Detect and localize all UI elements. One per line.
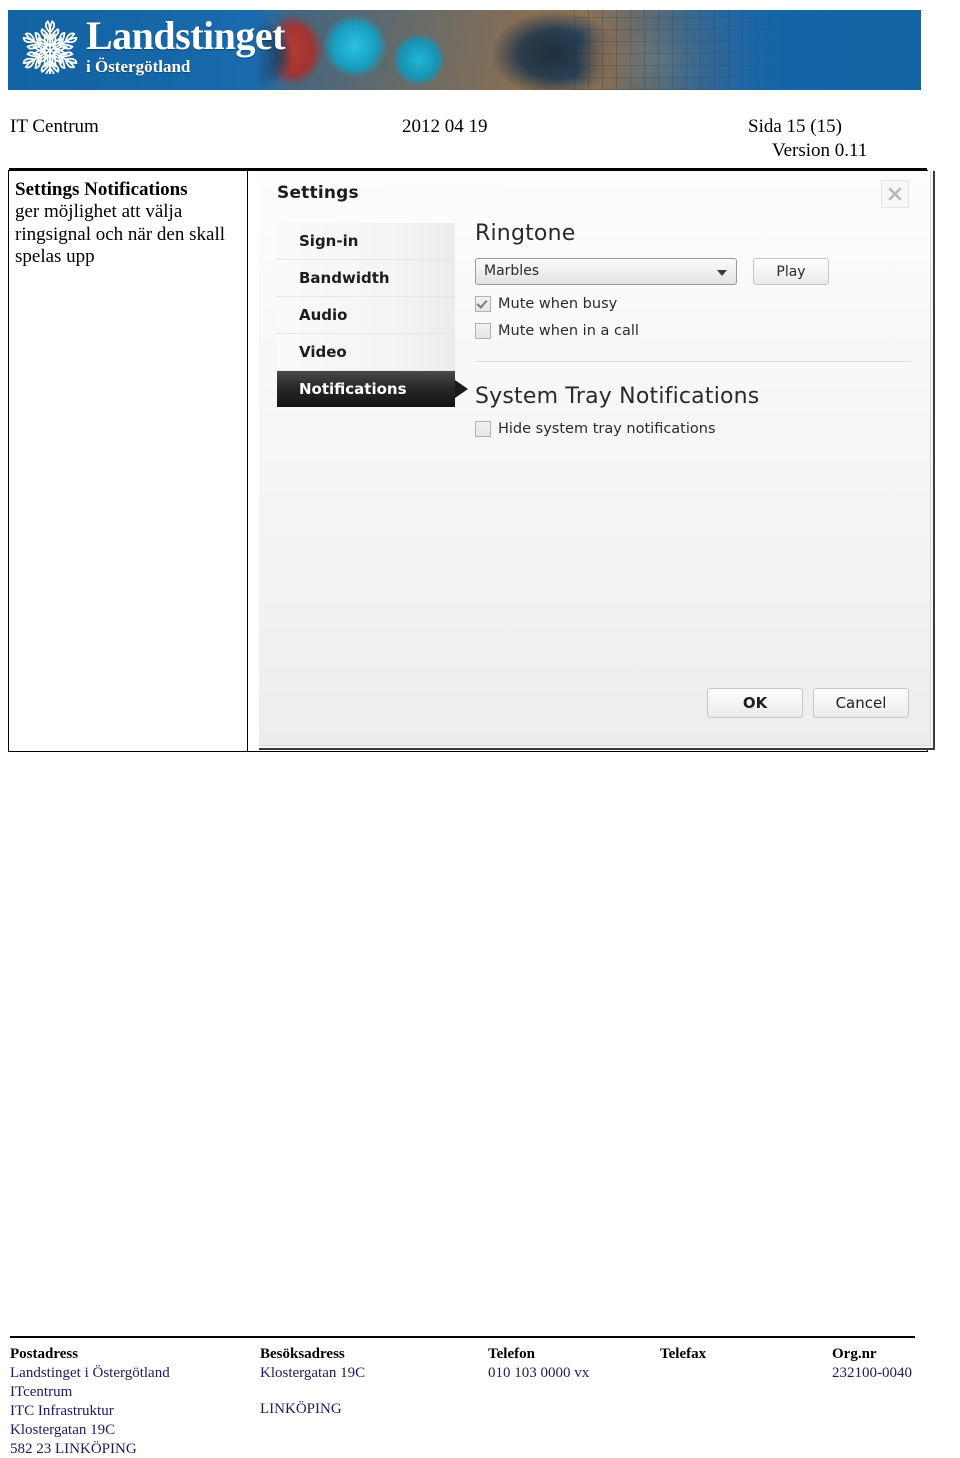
hide-system-tray-row[interactable]: Hide system tray notifications	[475, 421, 911, 437]
sidebar-item-label: Notifications	[299, 380, 407, 398]
footer-line: 010 103 0000 vx	[488, 1365, 590, 1381]
footer-column-postadress: Postadress Landstinget i Östergötland IT…	[10, 1346, 170, 1458]
cancel-button[interactable]: Cancel	[813, 688, 909, 718]
settings-panel: Ringtone Marbles Play Mute when busy Mut…	[475, 221, 911, 437]
footer-column-heading: Telefax	[660, 1346, 707, 1362]
footer-column-heading: Org.nr	[832, 1346, 877, 1362]
panel-divider	[475, 361, 911, 362]
settings-dialog: Settings Sign-in Bandwidth Audio Video N…	[259, 171, 935, 750]
document-header: IT Centrum 2012 04 19 Sida 15 (15) Versi…	[10, 116, 910, 161]
hide-system-tray-checkbox[interactable]	[475, 421, 491, 437]
organization-logo: Landstinget i Östergötland	[22, 13, 286, 76]
footer-divider	[10, 1336, 915, 1338]
ringtone-select[interactable]: Marbles	[475, 258, 737, 285]
header-version: Version 0.11	[772, 140, 868, 161]
sidebar-item-label: Video	[299, 343, 347, 361]
mute-when-busy-label: Mute when busy	[498, 296, 618, 312]
mute-when-busy-checkbox[interactable]	[475, 296, 491, 312]
sidebar-item-sign-in[interactable]: Sign-in	[277, 223, 455, 260]
mute-when-in-a-call-row[interactable]: Mute when in a call	[475, 323, 911, 339]
footer-line: Landstinget i Östergötland	[10, 1365, 170, 1381]
sidebar-item-bandwidth[interactable]: Bandwidth	[277, 260, 455, 297]
chevron-down-icon	[717, 270, 727, 276]
close-x-icon	[888, 187, 902, 201]
ringtone-heading: Ringtone	[475, 221, 576, 246]
footer-line: ITcentrum	[10, 1383, 73, 1400]
selection-arrow-icon	[455, 380, 468, 398]
logo-title: Landstinget	[86, 13, 286, 58]
ringtone-row: Marbles Play	[475, 258, 911, 285]
footer-line: LINKÖPING	[260, 1400, 342, 1417]
footer-line: 582 23 LINKÖPING	[10, 1440, 137, 1457]
footer-column-heading: Besöksadress	[260, 1346, 345, 1362]
hide-system-tray-label: Hide system tray notifications	[498, 421, 716, 437]
mute-when-busy-row[interactable]: Mute when busy	[475, 296, 911, 312]
system-tray-heading: System Tray Notifications	[475, 384, 760, 409]
snowflake-tree-logo-icon	[22, 19, 78, 74]
note-cell: Settings Notifications ger möjlighet att…	[9, 171, 248, 751]
footer-column-heading: Postadress	[10, 1346, 79, 1362]
close-button[interactable]	[881, 180, 909, 208]
footer-line: ITC Infrastruktur	[10, 1402, 114, 1419]
page-footer: Postadress Landstinget i Östergötland IT…	[10, 1336, 915, 1458]
footer-column-telefon: Telefon 010 103 0000 vx	[488, 1346, 589, 1383]
ok-button[interactable]: OK	[707, 688, 803, 718]
sidebar-item-label: Audio	[299, 306, 348, 324]
footer-line: Klostergatan 19C	[10, 1421, 116, 1438]
settings-nav: Sign-in Bandwidth Audio Video Notificati…	[277, 223, 468, 407]
sidebar-item-label: Sign-in	[299, 232, 359, 250]
note-body: ger möjlighet att välja ringsignal och n…	[15, 201, 226, 268]
dialog-title: Settings	[277, 183, 359, 203]
mute-when-in-a-call-label: Mute when in a call	[498, 323, 639, 339]
sidebar-item-audio[interactable]: Audio	[277, 297, 455, 334]
header-page-number: Sida 15 (15)	[748, 116, 842, 137]
content-table: Settings Notifications ger möjlighet att…	[8, 168, 935, 752]
footer-line: 232100-0040	[832, 1365, 912, 1381]
mute-when-in-a-call-checkbox[interactable]	[475, 323, 491, 339]
sidebar-item-label: Bandwidth	[299, 269, 390, 287]
footer-column-orgnr: Org.nr 232100-0040	[832, 1346, 912, 1383]
banner-right-fade	[537, 10, 921, 90]
note-title: Settings Notifications	[15, 179, 188, 200]
footer-column-besoksadress: Besöksadress Klostergatan 19C LINKÖPING	[260, 1346, 365, 1419]
ringtone-selected-value: Marbles	[484, 263, 540, 279]
dialog-button-bar: OK Cancel	[707, 688, 909, 718]
header-department: IT Centrum	[10, 116, 99, 137]
play-button[interactable]: Play	[753, 258, 829, 285]
screenshot-cell: Settings Sign-in Bandwidth Audio Video N…	[249, 171, 935, 751]
footer-column-telefax: Telefax	[660, 1346, 706, 1364]
footer-line: Klostergatan 19C	[260, 1365, 366, 1381]
sidebar-item-notifications[interactable]: Notifications	[277, 371, 468, 407]
footer-spacer	[260, 1383, 365, 1400]
footer-column-heading: Telefon	[488, 1346, 535, 1362]
page-banner: Landstinget i Östergötland	[8, 10, 921, 90]
logo-wordmark: Landstinget i Östergötland	[86, 13, 286, 76]
sidebar-item-video[interactable]: Video	[277, 334, 455, 371]
logo-subtitle: i Östergötland	[86, 57, 191, 76]
header-date: 2012 04 19	[402, 116, 488, 137]
